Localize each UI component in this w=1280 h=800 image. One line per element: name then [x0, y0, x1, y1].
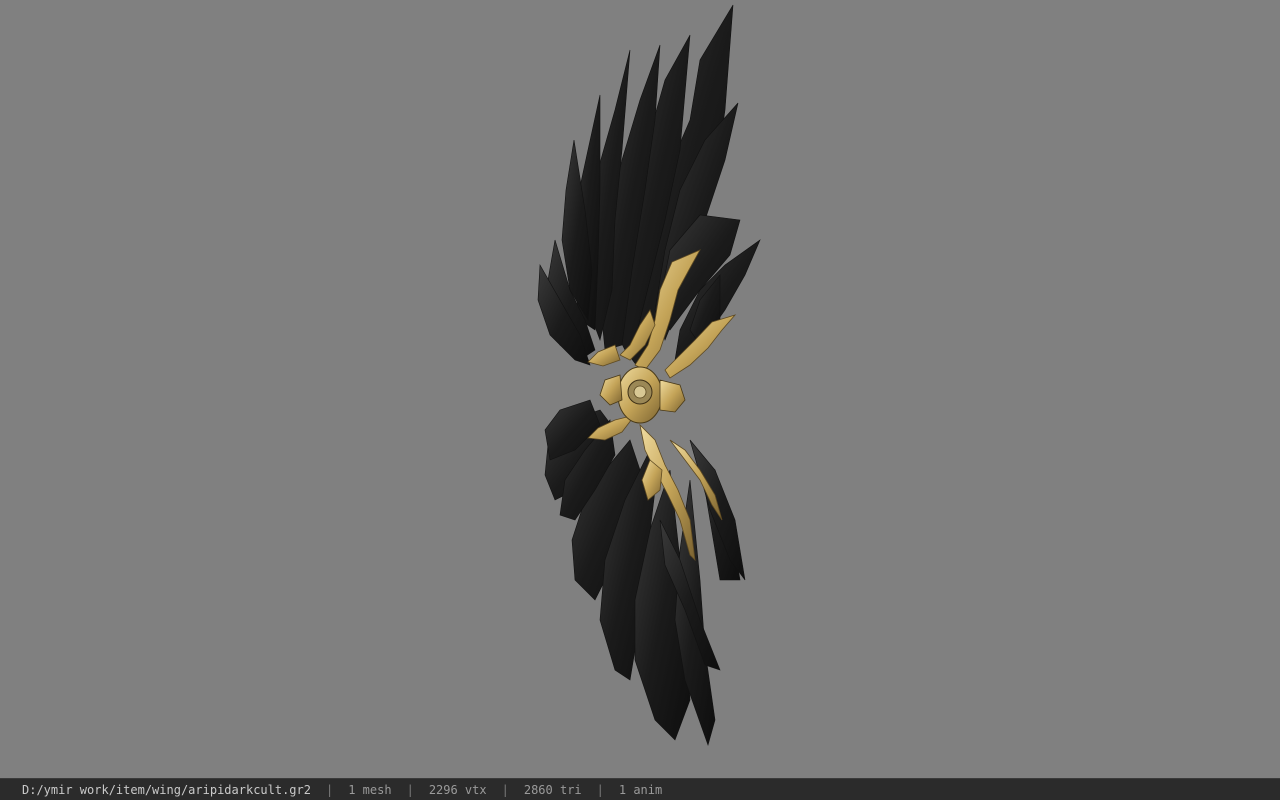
anim-count: 1 anim: [618, 782, 663, 797]
3d-viewport[interactable]: [0, 0, 1280, 778]
mesh-count: 1 mesh: [348, 782, 392, 797]
status-bar: D:/ymir work/item/wing/aripidarkcult.gr2…: [0, 778, 1280, 800]
lower-wing: [544, 399, 746, 746]
separator: |: [596, 782, 604, 797]
separator: |: [406, 782, 414, 797]
vertex-count: 2296 vtx: [428, 782, 487, 797]
separator: |: [501, 782, 509, 797]
wing-model-icon: [537, 4, 761, 746]
separator: |: [325, 782, 334, 797]
file-path: D:/ymir work/item/wing/aripidarkcult.gr2: [22, 782, 311, 797]
triangle-count: 2860 tri: [523, 782, 582, 797]
